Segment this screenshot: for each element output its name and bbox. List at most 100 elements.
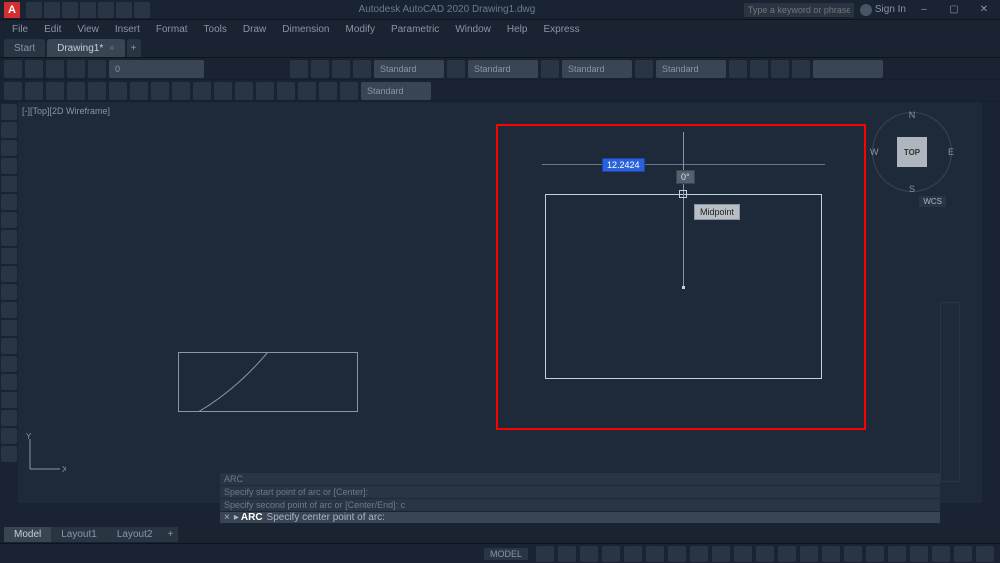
status-grid-icon[interactable] [536, 546, 554, 562]
help-search-input[interactable] [744, 3, 854, 17]
qat-new-icon[interactable] [26, 2, 42, 18]
layer-state-icon[interactable] [25, 60, 43, 78]
layer-props-icon[interactable] [4, 60, 22, 78]
signin-button[interactable]: Sign In [860, 4, 906, 16]
textstyle-dropdown[interactable]: Standard [374, 60, 444, 78]
modify-trim-icon[interactable] [319, 82, 337, 100]
viewcube-face-top[interactable]: TOP [897, 137, 927, 167]
tab-drawing1[interactable]: Drawing1* × [47, 39, 124, 57]
qat-plot-icon[interactable] [98, 2, 114, 18]
tab-add[interactable]: + [127, 39, 141, 57]
qat-saveas-icon[interactable] [80, 2, 96, 18]
status-quickprops-icon[interactable] [866, 546, 884, 562]
lt-gradient-icon[interactable] [1, 374, 17, 390]
modify-extend-icon[interactable] [340, 82, 358, 100]
lt-hatch-icon[interactable] [1, 356, 17, 372]
tb-icon-g[interactable] [635, 60, 653, 78]
tab-layout1[interactable]: Layout1 [51, 527, 107, 542]
menu-file[interactable]: File [4, 24, 36, 35]
menu-express[interactable]: Express [535, 24, 587, 35]
qat-save-icon[interactable] [62, 2, 78, 18]
menu-modify[interactable]: Modify [338, 24, 383, 35]
workspace-dropdown[interactable]: Standard [361, 82, 431, 100]
menu-window[interactable]: Window [447, 24, 499, 35]
tb-icon-c[interactable] [332, 60, 350, 78]
tb-icon-e[interactable] [447, 60, 465, 78]
compass-e[interactable]: E [948, 147, 954, 157]
lt-arc-icon[interactable] [1, 194, 17, 210]
qat-redo-icon[interactable] [134, 2, 150, 18]
status-hardware-icon[interactable] [932, 546, 950, 562]
tab-close-icon[interactable]: × [109, 43, 114, 53]
draw-line-icon[interactable] [4, 82, 22, 100]
lt-point-icon[interactable] [1, 338, 17, 354]
status-lwt-icon[interactable] [712, 546, 730, 562]
lt-rect-icon[interactable] [1, 176, 17, 192]
compass-s[interactable]: S [909, 184, 915, 194]
draw-ellipse-icon[interactable] [109, 82, 127, 100]
layer-freeze-icon[interactable] [67, 60, 85, 78]
close-button[interactable]: ✕ [972, 4, 996, 15]
draw-hatch-icon[interactable] [130, 82, 148, 100]
status-3dosnap-icon[interactable] [668, 546, 686, 562]
draw-rect-icon[interactable] [88, 82, 106, 100]
status-cleanscreen-icon[interactable] [954, 546, 972, 562]
command-line-input[interactable]: × ▸ ARC Specify center point of arc: [220, 512, 940, 523]
lt-polyline-icon[interactable] [1, 140, 17, 156]
tab-model[interactable]: Model [4, 527, 51, 542]
dynamic-input-distance[interactable]: 12.2424 [602, 158, 645, 172]
tb-icon-b[interactable] [311, 60, 329, 78]
lt-circle-icon[interactable] [1, 212, 17, 228]
status-isodraft-icon[interactable] [624, 546, 642, 562]
tab-layout2[interactable]: Layout2 [107, 527, 163, 542]
tb-icon-i[interactable] [750, 60, 768, 78]
modify-mirror-icon[interactable] [277, 82, 295, 100]
lt-polygon-icon[interactable] [1, 158, 17, 174]
status-transparency-icon[interactable] [734, 546, 752, 562]
tab-start[interactable]: Start [4, 39, 45, 57]
lt-region-icon[interactable] [1, 392, 17, 408]
lt-line-icon[interactable] [1, 104, 17, 120]
qat-open-icon[interactable] [44, 2, 60, 18]
mleaderstyle-dropdown[interactable]: Standard [656, 60, 726, 78]
menu-tools[interactable]: Tools [196, 24, 235, 35]
status-lock-icon[interactable] [888, 546, 906, 562]
draw-region-icon[interactable] [193, 82, 211, 100]
lt-xline-icon[interactable] [1, 122, 17, 138]
menu-draw[interactable]: Draw [235, 24, 274, 35]
status-workspace-icon[interactable] [800, 546, 818, 562]
tb-icon-k[interactable] [792, 60, 810, 78]
visualstyle-dropdown[interactable] [813, 60, 883, 78]
tb-icon-d[interactable] [353, 60, 371, 78]
compass-n[interactable]: N [909, 110, 916, 120]
viewport-label[interactable]: [-][Top][2D Wireframe] [22, 106, 110, 116]
status-cycle-icon[interactable] [756, 546, 774, 562]
status-ortho-icon[interactable] [580, 546, 598, 562]
compass-w[interactable]: W [870, 147, 879, 157]
status-units-icon[interactable] [844, 546, 862, 562]
dynamic-input-angle[interactable]: 0° [676, 170, 695, 184]
tb-icon-a[interactable] [290, 60, 308, 78]
lt-block-icon[interactable] [1, 320, 17, 336]
status-polar-icon[interactable] [602, 546, 620, 562]
layer-iso-icon[interactable] [46, 60, 64, 78]
lt-ellipse-icon[interactable] [1, 266, 17, 282]
status-model-badge[interactable]: MODEL [484, 548, 528, 560]
menu-format[interactable]: Format [148, 24, 196, 35]
lt-revcloud-icon[interactable] [1, 230, 17, 246]
minimize-button[interactable]: – [912, 4, 936, 15]
draw-arc-icon[interactable] [67, 82, 85, 100]
status-monitor-icon[interactable] [822, 546, 840, 562]
layer-dropdown[interactable]: 0 [109, 60, 204, 78]
menu-edit[interactable]: Edit [36, 24, 69, 35]
lt-mtext-icon[interactable] [1, 428, 17, 444]
menu-dimension[interactable]: Dimension [274, 24, 337, 35]
tb-icon-h[interactable] [729, 60, 747, 78]
menu-parametric[interactable]: Parametric [383, 24, 447, 35]
menu-insert[interactable]: Insert [107, 24, 148, 35]
viewcube[interactable]: TOP N S E W WCS [872, 112, 952, 192]
status-otrack-icon[interactable] [690, 546, 708, 562]
lt-spline-icon[interactable] [1, 248, 17, 264]
modify-move-icon[interactable] [214, 82, 232, 100]
lt-addsel-icon[interactable] [1, 446, 17, 462]
